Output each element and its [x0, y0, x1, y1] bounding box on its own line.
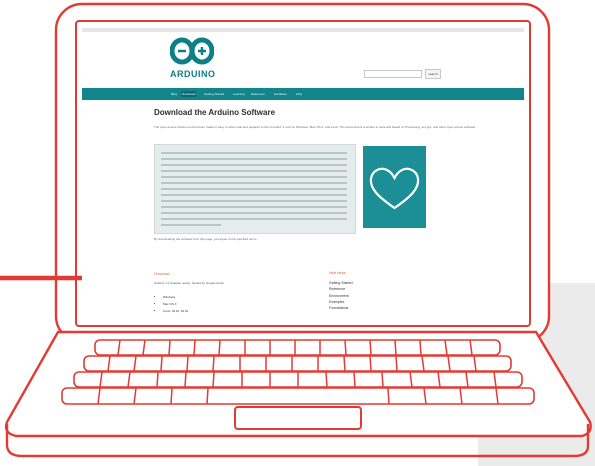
license-text-line — [161, 164, 347, 166]
heart-icon — [369, 167, 420, 210]
download-terms-note: By downloading the software from this pa… — [154, 237, 258, 241]
license-text-line — [161, 218, 347, 220]
browser-screen: ARDUINO search Blog Download Getting Sta… — [82, 28, 524, 320]
next-steps-list: Getting Started Reference Environment Ex… — [329, 280, 353, 311]
next-steps-link[interactable]: Foundations — [329, 305, 353, 311]
license-text-line — [161, 212, 347, 214]
nav-item-blog[interactable]: Blog — [170, 91, 178, 97]
license-text-line — [161, 170, 347, 172]
nav-item-getting-started[interactable]: Getting Started — [203, 91, 225, 97]
platform-link-mac[interactable]: Mac OS X — [163, 301, 188, 308]
license-text-line — [161, 200, 347, 202]
arduino-logo-icon — [170, 37, 214, 65]
browser-top-strip — [82, 28, 524, 32]
intro-paragraph: The open-source Arduino environment make… — [154, 125, 477, 129]
nav-item-reference[interactable]: Reference — [250, 91, 266, 97]
download-section-title: Download — [154, 272, 170, 276]
nav-item-learning[interactable]: Learning — [232, 91, 246, 97]
page-title: Download the Arduino Software — [154, 108, 276, 117]
license-text-line — [161, 188, 347, 190]
license-text-line — [161, 194, 347, 196]
nav-item-hardware[interactable]: Hardware — [273, 91, 288, 97]
license-text-line — [161, 152, 347, 154]
heart-image-panel — [363, 146, 426, 228]
platform-link-linux[interactable]: Linux: 32 bit, 64 bit — [163, 308, 188, 315]
search-input[interactable] — [364, 70, 422, 78]
license-text-line — [161, 182, 347, 184]
main-navigation-bar: Blog Download Getting Started Learning R… — [82, 88, 524, 100]
nav-item-download[interactable]: Download — [181, 91, 197, 97]
license-text-line — [161, 206, 347, 208]
license-text-box — [154, 144, 356, 234]
license-text-line — [161, 224, 221, 226]
license-text-line — [161, 176, 347, 178]
next-steps-title: Next steps — [329, 271, 346, 275]
nav-item-faq[interactable]: FAQ — [295, 91, 303, 97]
platform-link-windows[interactable]: Windows — [163, 294, 188, 301]
arduino-logo-text: ARDUINO — [170, 69, 216, 79]
search-button[interactable]: search — [425, 69, 441, 79]
license-text-line — [161, 158, 347, 160]
platform-list: Windows Mac OS X Linux: 32 bit, 64 bit — [154, 294, 188, 315]
download-release-line[interactable]: Arduino 1.0 (release notes), hosted by G… — [154, 281, 224, 285]
